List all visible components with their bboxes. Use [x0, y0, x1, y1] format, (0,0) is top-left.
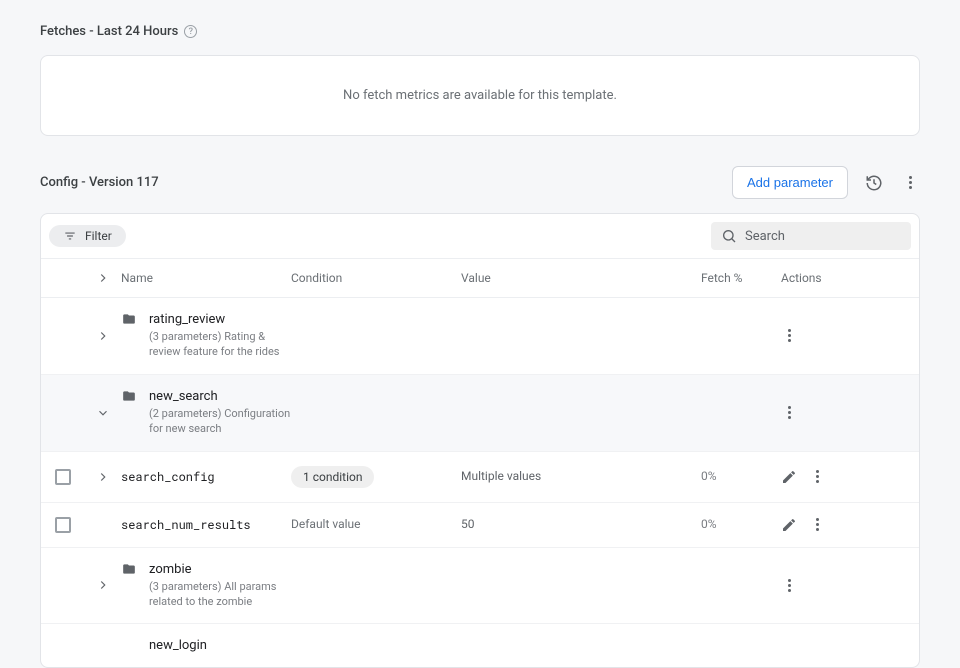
edit-icon[interactable]: [781, 469, 797, 485]
table-row[interactable]: new_search (2 parameters) Configuration …: [41, 375, 919, 452]
chevron-right-icon[interactable]: [94, 327, 112, 345]
table-row[interactable]: rating_review (3 parameters) Rating & re…: [41, 298, 919, 375]
table-toolbar: Filter: [41, 214, 919, 259]
row-fetch: 0%: [701, 469, 717, 483]
col-condition: Condition: [291, 271, 461, 285]
row-name: new_search: [149, 389, 299, 404]
row-value: 50: [461, 517, 475, 531]
table-header: Name Condition Value Fetch % Actions: [41, 259, 919, 298]
condition-chip[interactable]: 1 condition: [291, 466, 374, 488]
edit-icon[interactable]: [781, 517, 797, 533]
folder-icon: [121, 312, 137, 326]
row-menu-icon[interactable]: [809, 517, 825, 533]
row-name: new_login: [149, 638, 207, 653]
history-icon[interactable]: [864, 173, 884, 193]
table-row[interactable]: new_login: [41, 624, 919, 667]
row-name: zombie: [149, 562, 299, 577]
chevron-down-icon[interactable]: [94, 404, 112, 422]
search-icon: [721, 228, 737, 244]
row-menu-icon[interactable]: [781, 577, 797, 593]
row-sub: (3 parameters) Rating & review feature f…: [149, 329, 299, 360]
folder-icon: [121, 562, 137, 576]
fetches-title: Fetches - Last 24 Hours: [40, 24, 178, 39]
row-checkbox[interactable]: [55, 517, 71, 533]
col-name: Name: [121, 271, 291, 285]
chevron-right-icon[interactable]: [94, 576, 112, 594]
row-value: Multiple values: [461, 469, 541, 483]
row-name: search_num_results: [121, 517, 251, 533]
chevron-right-icon[interactable]: [94, 468, 112, 486]
add-parameter-button[interactable]: Add parameter: [732, 166, 848, 199]
help-icon[interactable]: ?: [184, 25, 197, 38]
condition-text: Default value: [291, 517, 361, 531]
search-input[interactable]: [745, 229, 901, 244]
parameters-table: Filter Name Condition Value Fetch % Acti…: [40, 213, 920, 668]
row-menu-icon[interactable]: [809, 469, 825, 485]
search-field[interactable]: [711, 222, 911, 250]
config-title: Config - Version 117: [40, 175, 159, 190]
fetches-heading: Fetches - Last 24 Hours ?: [40, 24, 920, 39]
col-fetch: Fetch %: [701, 271, 781, 285]
row-menu-icon[interactable]: [781, 405, 797, 421]
col-actions: Actions: [781, 271, 871, 285]
filter-chip[interactable]: Filter: [49, 225, 126, 247]
table-row[interactable]: search_num_results Default value 50 0%: [41, 503, 919, 548]
row-sub: (3 parameters) All params related to the…: [149, 579, 299, 610]
filter-label: Filter: [85, 229, 112, 243]
fetches-empty-text: No fetch metrics are available for this …: [343, 88, 617, 103]
folder-icon: [121, 389, 137, 403]
fetches-empty-card: No fetch metrics are available for this …: [40, 55, 920, 136]
table-row[interactable]: search_config 1 condition Multiple value…: [41, 452, 919, 503]
more-menu-icon[interactable]: [900, 173, 920, 193]
row-fetch: 0%: [701, 517, 717, 531]
col-value: Value: [461, 271, 701, 285]
expand-all-icon[interactable]: [94, 269, 112, 287]
row-name: rating_review: [149, 312, 299, 327]
row-sub: (2 parameters) Configuration for new sea…: [149, 406, 299, 437]
row-checkbox[interactable]: [55, 469, 71, 485]
table-row[interactable]: zombie (3 parameters) All params related…: [41, 548, 919, 625]
row-menu-icon[interactable]: [781, 328, 797, 344]
row-name: search_config: [121, 469, 215, 485]
